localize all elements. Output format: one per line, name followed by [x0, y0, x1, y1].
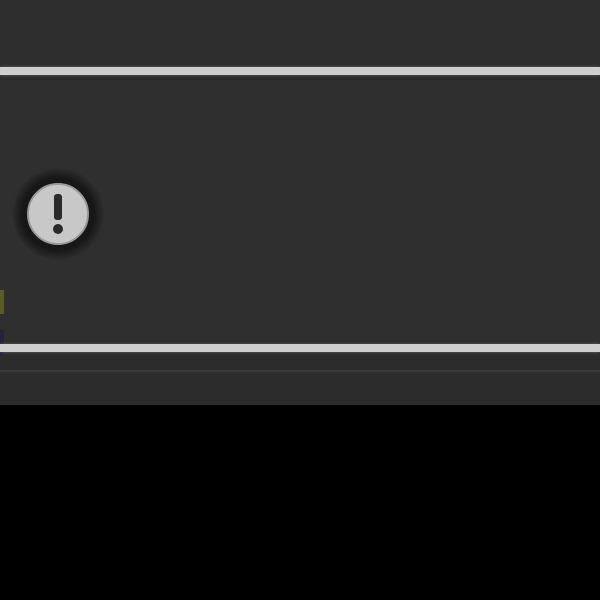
top-divider [0, 67, 600, 75]
exclamation-circle-icon[interactable] [12, 168, 104, 260]
bottom-divider [0, 344, 600, 352]
exclamation-circle-svg [27, 183, 89, 245]
top-strip [0, 0, 600, 66]
dark-panel [0, 0, 600, 405]
bottom-strip-line [0, 370, 600, 372]
bottom-strip [0, 356, 600, 405]
screen [0, 0, 600, 600]
row-edge-accent [0, 290, 4, 314]
empty-black-area [0, 405, 600, 600]
